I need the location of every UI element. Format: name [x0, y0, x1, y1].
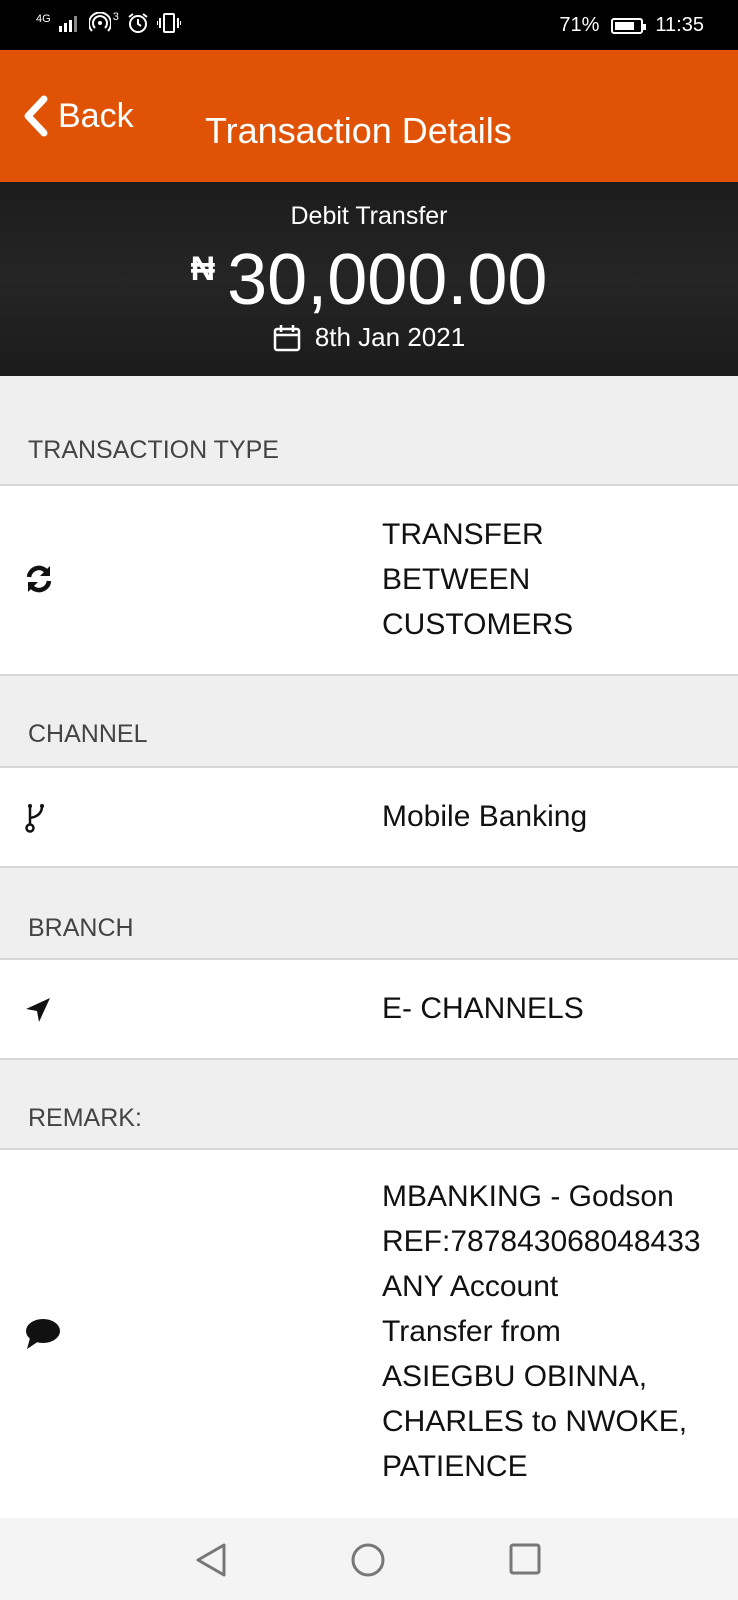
currency-symbol: ₦	[190, 250, 216, 288]
hotspot-count: 3	[112, 11, 119, 23]
section-label: CHANNEL	[28, 720, 148, 748]
battery-percent: 71%	[559, 14, 600, 36]
status-icons-left: 4G 3	[36, 11, 181, 34]
system-navigation-bar	[0, 1518, 738, 1600]
battery-icon	[611, 17, 647, 34]
section-header-transaction-type: TRANSACTION TYPE	[0, 376, 738, 486]
section-label: TRANSACTION TYPE	[28, 436, 279, 464]
clock: 11:35	[655, 14, 704, 36]
hotspot-icon	[88, 12, 111, 32]
square-recents-icon[interactable]	[508, 1542, 542, 1576]
location-arrow-icon	[26, 998, 50, 1022]
vibrate-icon	[156, 13, 181, 33]
section-header-channel: CHANNEL	[0, 676, 738, 768]
circle-home-icon[interactable]	[350, 1542, 386, 1578]
chevron-left-icon	[24, 95, 48, 137]
row-remark: MBANKING - Godson REF:787843068048433 AN…	[0, 1150, 738, 1518]
amount-row: ₦ 30,000.00	[0, 238, 738, 322]
comment-icon	[26, 1319, 60, 1349]
status-bar: 4G 3 71% 11:35	[0, 0, 738, 50]
transaction-type-value: TRANSFER BETWEEN CUSTOMERS	[382, 518, 574, 641]
back-button[interactable]: Back	[20, 82, 134, 150]
row-branch: E- CHANNELS	[0, 960, 738, 1060]
section-label: REMARK:	[28, 1104, 142, 1132]
row-channel: Mobile Banking	[0, 768, 738, 868]
network-type: 4G	[36, 13, 51, 25]
refresh-icon	[26, 565, 52, 593]
transaction-kind: Debit Transfer	[290, 202, 448, 230]
signal-icon	[58, 16, 77, 32]
triangle-back-icon[interactable]	[194, 1542, 228, 1578]
section-header-branch: BRANCH	[0, 868, 738, 960]
back-label: Back	[58, 96, 134, 135]
calendar-icon	[273, 324, 301, 351]
row-transaction-type: TRANSFER BETWEEN CUSTOMERS	[0, 486, 738, 676]
remark-value: MBANKING - Godson REF:787843068048433 AN…	[382, 1180, 701, 1483]
transaction-date: 8th Jan 2021	[314, 322, 466, 352]
alarm-icon	[128, 13, 148, 33]
status-icons-right: 71% 11:35	[559, 14, 704, 37]
branch-value: E- CHANNELS	[382, 992, 584, 1025]
page-title: Transaction Details	[205, 110, 512, 151]
app-bar: Back Transaction Details	[0, 50, 738, 182]
section-label: BRANCH	[28, 914, 134, 942]
channel-value: Mobile Banking	[382, 800, 588, 833]
date-row: 8th Jan 2021	[0, 322, 738, 353]
branch-icon	[25, 804, 44, 833]
transaction-summary: Debit Transfer ₦ 30,000.00 8th Jan 2021	[0, 182, 738, 376]
section-header-remark: REMARK:	[0, 1060, 738, 1150]
transaction-amount: 30,000.00	[227, 240, 548, 320]
